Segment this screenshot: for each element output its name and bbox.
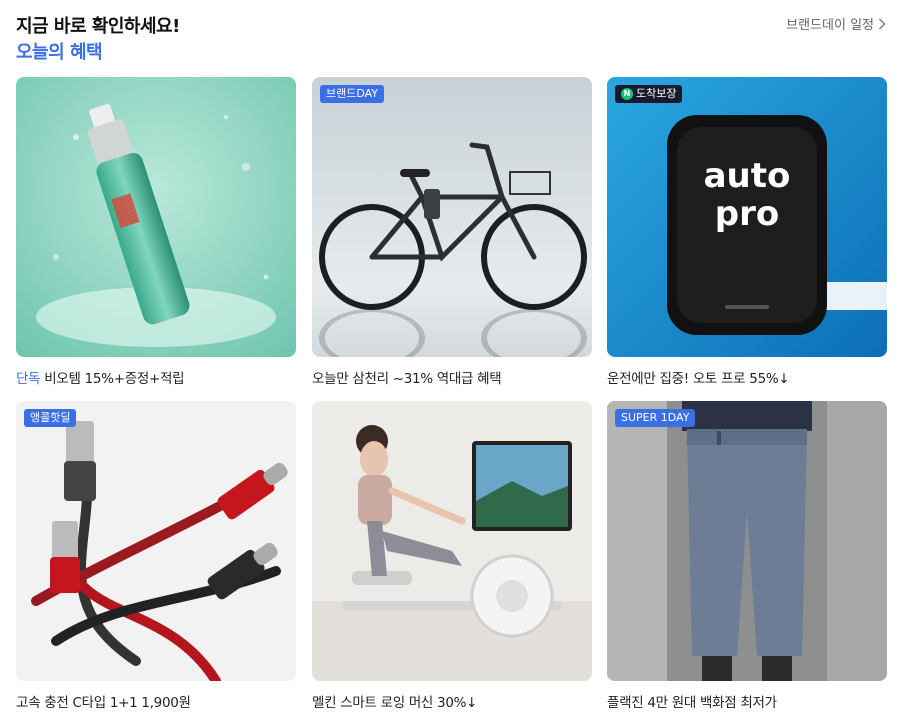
product-image: auto pro N 도착보장 xyxy=(607,77,887,357)
product-image xyxy=(16,77,296,357)
jeans-image xyxy=(607,401,887,681)
product-card-autopro[interactable]: auto pro N 도착보장 운전에만 집중! 오토 프로 55%↓ xyxy=(607,77,887,387)
product-image xyxy=(312,401,592,681)
bicycle-image xyxy=(312,77,592,357)
cosmetic-bottle-image xyxy=(16,77,296,357)
product-title: 멜킨 스마트 로잉 머신 30%↓ xyxy=(312,695,478,711)
product-logo-line1: auto xyxy=(704,156,791,196)
encore-hotdeal-badge: 앵콜핫딜 xyxy=(24,409,77,427)
product-caption: 운전에만 집중! 오토 프로 55%↓ xyxy=(607,367,790,387)
section-title: 지금 바로 확인하세요! xyxy=(16,16,180,37)
product-title: 고속 충전 C타입 1+1 1,900원 xyxy=(16,695,191,711)
chevron-right-icon xyxy=(879,18,886,29)
product-card-rowing-machine[interactable]: 멜킨 스마트 로잉 머신 30%↓ xyxy=(312,401,592,711)
product-title: 운전에만 집중! 오토 프로 55%↓ xyxy=(607,371,790,387)
brandday-schedule-label: 브랜드데이 일정 xyxy=(786,18,874,33)
rowing-machine-image xyxy=(312,401,592,681)
cable-image xyxy=(16,401,296,681)
product-logo-line2: pro xyxy=(715,194,779,234)
brandday-badge: 브랜드DAY xyxy=(320,85,385,103)
product-card-usb-cable[interactable]: 앵콜핫딜 고속 충전 C타입 1+1 1,900원 xyxy=(16,401,296,711)
badge-label: 도착보장 xyxy=(636,87,677,100)
product-caption: 멜킨 스마트 로잉 머신 30%↓ xyxy=(312,691,477,711)
section-subtitle: 오늘의 혜택 xyxy=(16,42,103,63)
auto-pro-device-image: auto pro xyxy=(607,77,887,357)
product-card-jeans[interactable]: SUPER 1DAY 플랙진 4만 원대 백화점 최저가 xyxy=(607,401,887,711)
brandday-schedule-link[interactable]: 브랜드데이 일정 xyxy=(786,14,886,33)
delivery-guarantee-badge: N 도착보장 xyxy=(615,85,683,103)
product-card-samchuly[interactable]: 브랜드DAY 오늘만 삼천리 ~31% 역대급 혜택 xyxy=(312,77,592,387)
section-header: 지금 바로 확인하세요! 오늘의 혜택 브랜드데이 일정 xyxy=(16,10,886,66)
product-title: 플랙진 4만 원대 백화점 최저가 xyxy=(607,695,777,711)
product-title: 오늘만 삼천리 ~31% 역대급 혜택 xyxy=(312,371,502,387)
product-image: 브랜드DAY xyxy=(312,77,592,357)
product-caption: 고속 충전 C타입 1+1 1,900원 xyxy=(16,691,191,711)
naver-n-icon: N xyxy=(621,88,633,100)
product-title: 비오템 15%+증정+적립 xyxy=(44,371,185,387)
exclusive-label: 단독 xyxy=(16,371,41,387)
badge-label: SUPER 1DAY xyxy=(621,411,690,424)
product-caption: 플랙진 4만 원대 백화점 최저가 xyxy=(607,691,777,711)
super-1day-badge: SUPER 1DAY xyxy=(615,409,696,427)
product-card-biotherm[interactable]: 단독 비오템 15%+증정+적립 xyxy=(16,77,296,387)
product-caption: 단독 비오템 15%+증정+적립 xyxy=(16,367,185,387)
badge-label: 앵콜핫딜 xyxy=(30,411,71,424)
product-image: 앵콜핫딜 xyxy=(16,401,296,681)
product-image: SUPER 1DAY xyxy=(607,401,887,681)
product-caption: 오늘만 삼천리 ~31% 역대급 혜택 xyxy=(312,367,502,387)
badge-label: 브랜드DAY xyxy=(326,87,379,100)
